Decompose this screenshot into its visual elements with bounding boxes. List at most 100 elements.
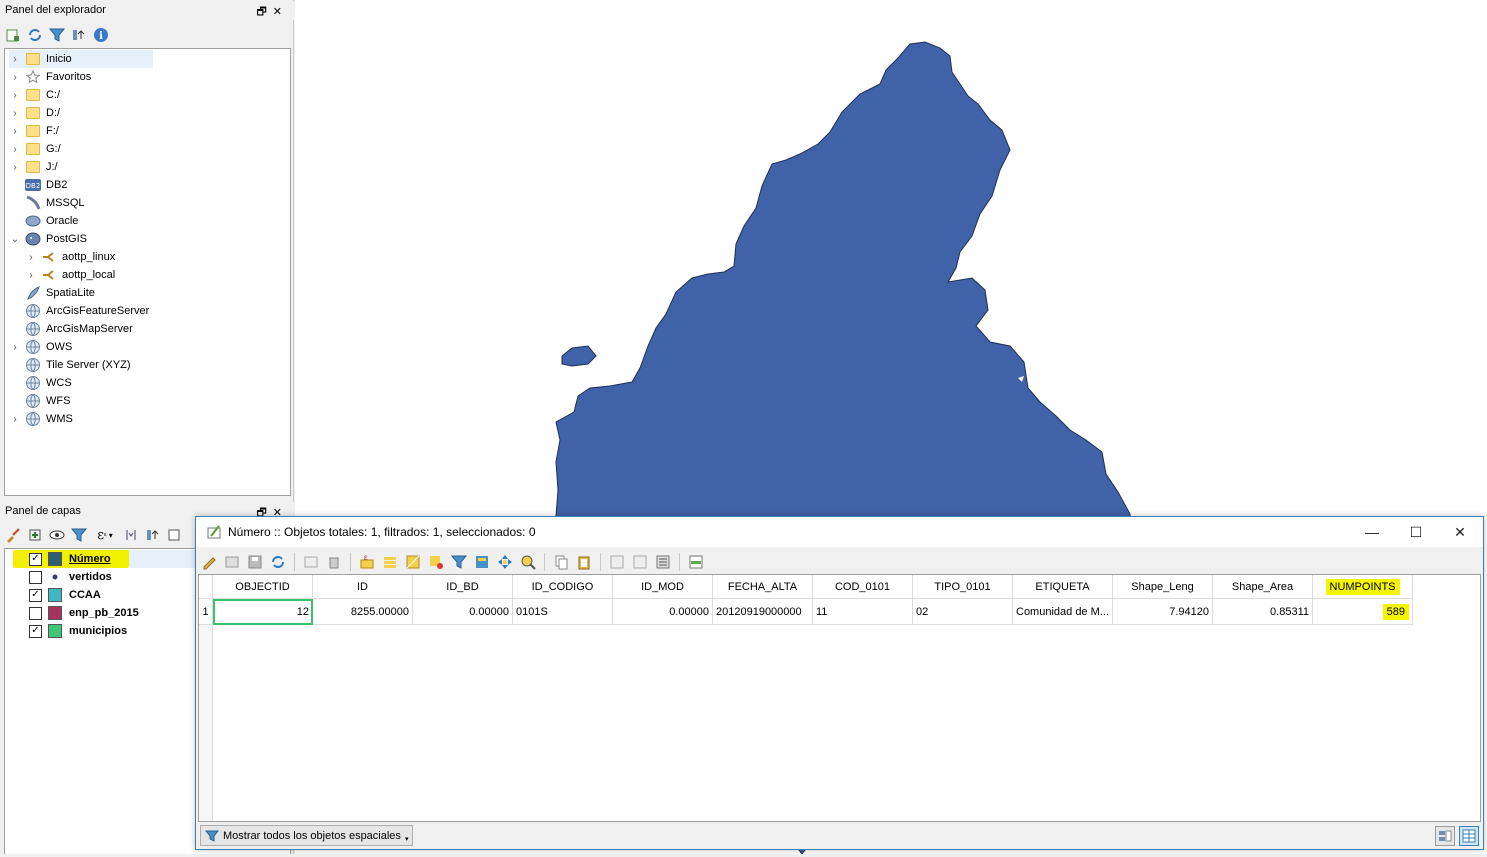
explorer-item[interactable]: WFS [9,392,269,410]
delete-field-icon[interactable] [608,553,626,571]
deselect-icon[interactable] [427,553,445,571]
table-cell[interactable]: 0.85311 [1213,599,1313,625]
close-icon[interactable]: ✕ [273,6,288,18]
zoom-to-selected-icon[interactable] [519,553,537,571]
expand-all-icon[interactable] [122,526,140,544]
column-header[interactable]: ID_CODIGO [513,575,613,599]
explorer-item[interactable]: Tile Server (XYZ) [9,356,269,374]
layer-visibility-checkbox[interactable]: ✓ [29,624,42,638]
chevron-right-icon[interactable]: › [9,54,21,65]
chevron-right-icon[interactable]: › [9,414,21,425]
table-cell[interactable]: 8255.00000 [313,599,413,625]
table-view-button[interactable] [1459,826,1479,846]
move-selection-top-icon[interactable] [473,553,491,571]
column-header[interactable]: ID_MOD [613,575,713,599]
chevron-right-icon[interactable]: › [25,252,37,263]
form-view-button[interactable] [1435,826,1455,846]
layer-visibility-checkbox[interactable] [29,606,42,620]
filter-legend-icon[interactable] [70,526,88,544]
column-header[interactable]: FECHA_ALTA [713,575,813,599]
explorer-item[interactable]: › WMS [9,410,269,428]
table-cell[interactable]: 7.94120 [1113,599,1213,625]
explorer-item[interactable]: › D:/ [9,104,269,122]
column-header[interactable]: NUMPOINTS [1313,575,1413,599]
toggle-edit-icon[interactable] [200,553,218,571]
table-cell[interactable]: 20120919000000 [713,599,813,625]
table-cell[interactable]: 11 [813,599,913,625]
explorer-item[interactable]: Oracle [9,212,269,230]
chevron-right-icon[interactable]: › [9,90,21,101]
field-calculator-icon[interactable] [654,553,672,571]
maximize-button[interactable]: ☐ [1401,522,1431,542]
explorer-item[interactable]: › aottp_local [25,266,285,284]
explorer-item[interactable]: ArcGisFeatureServer [9,302,269,320]
explorer-item[interactable]: SpatiaLite [9,284,269,302]
add-selected-icon[interactable] [4,26,22,44]
save-edits-icon[interactable] [246,553,264,571]
expression-filter-icon[interactable]: εᵋ ▾ [92,526,118,544]
info-icon[interactable]: i [92,26,110,44]
table-cell[interactable]: 0.00000 [613,599,713,625]
chevron-right-icon[interactable]: › [25,270,37,281]
pan-to-selected-icon[interactable] [496,553,514,571]
style-brush-icon[interactable] [4,526,22,544]
explorer-item[interactable]: › aottp_linux [25,248,285,266]
explorer-item[interactable]: ArcGisMapServer [9,320,269,338]
table-cell[interactable]: 589 [1313,599,1413,625]
explorer-item[interactable]: MSSQL [9,194,269,212]
copy-icon[interactable] [552,553,570,571]
show-all-features-button[interactable]: Mostrar todos los objetos espaciales ▾ [200,825,414,846]
reload-icon[interactable] [269,553,287,571]
column-header[interactable]: Shape_Area [1213,575,1313,599]
chevron-right-icon[interactable]: › [9,108,21,119]
column-header[interactable]: TIPO_0101 [913,575,1013,599]
table-cell[interactable]: 02 [913,599,1013,625]
table-cell[interactable]: 12 [213,599,313,625]
filter-select-icon[interactable] [450,553,468,571]
delete-feature-icon[interactable] [325,553,343,571]
explorer-item[interactable]: › F:/ [9,122,269,140]
table-cell[interactable]: 0101S [513,599,613,625]
filter-icon[interactable] [48,26,66,44]
explorer-item[interactable]: › Inicio [9,50,153,68]
table-cell[interactable]: 0.00000 [413,599,513,625]
chevron-right-icon[interactable]: › [9,162,21,173]
eye-icon[interactable] [48,526,66,544]
add-feature-icon[interactable] [302,553,320,571]
collapse-layers-icon[interactable] [144,526,162,544]
chevron-right-icon[interactable]: › [9,126,21,137]
explorer-item[interactable]: › G:/ [9,140,269,158]
invert-selection-icon[interactable] [404,553,422,571]
select-by-expression-icon[interactable]: ε [358,553,376,571]
paste-icon[interactable] [575,553,593,571]
explorer-item[interactable]: DB2 DB2 [9,176,269,194]
explorer-item[interactable]: › C:/ [9,86,269,104]
column-header[interactable]: OBJECTID [213,575,313,599]
column-header[interactable]: Shape_Leng [1113,575,1213,599]
explorer-item[interactable]: › J:/ [9,158,269,176]
layer-visibility-checkbox[interactable]: ✓ [29,588,42,602]
new-field-icon[interactable] [631,553,649,571]
chevron-right-icon[interactable]: › [9,144,21,155]
attribute-table-titlebar[interactable]: Número :: Objetos totales: 1, filtrados:… [196,517,1483,547]
column-header[interactable]: ID [313,575,413,599]
layer-visibility-checkbox[interactable]: ✓ [29,552,42,566]
explorer-item[interactable]: › OWS [9,338,269,356]
explorer-item[interactable]: WCS [9,374,269,392]
explorer-item[interactable]: › Favoritos [9,68,269,86]
float-icon[interactable]: 🗗 [256,6,272,18]
layer-visibility-checkbox[interactable] [29,570,42,584]
column-header[interactable]: ID_BD [413,575,513,599]
row-header[interactable]: 1 [199,599,213,625]
refresh-icon[interactable] [26,26,44,44]
chevron-down-icon[interactable]: ⌄ [9,234,21,245]
explorer-item[interactable]: ⌄ PostGIS [9,230,269,248]
close-window-button[interactable]: ✕ [1445,522,1475,542]
chevron-right-icon[interactable]: › [9,342,21,353]
conditional-format-icon[interactable] [687,553,705,571]
table-cell[interactable]: Comunidad de M... [1013,599,1113,625]
minimize-button[interactable]: — [1357,522,1387,542]
collapse-all-icon[interactable] [70,26,88,44]
column-header[interactable]: COD_0101 [813,575,913,599]
add-group-icon[interactable] [26,526,44,544]
